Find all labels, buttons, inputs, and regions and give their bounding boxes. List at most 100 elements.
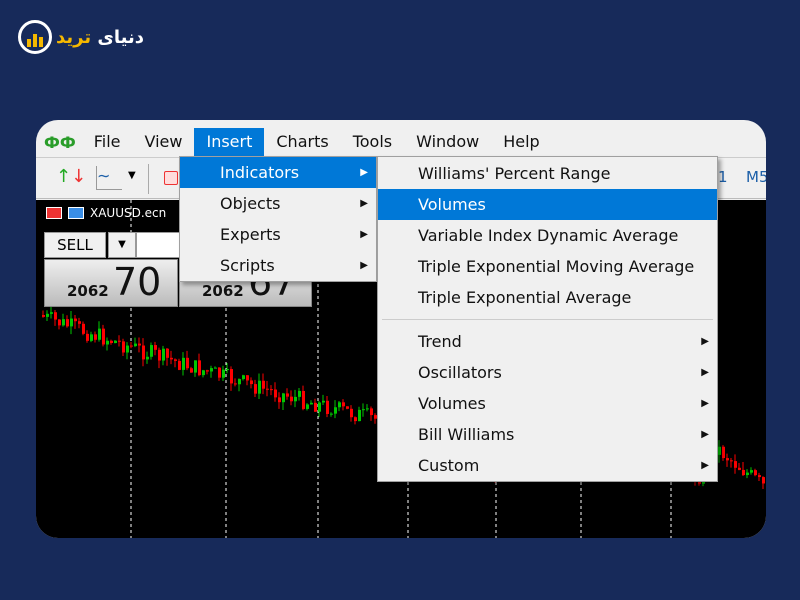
candle-body bbox=[362, 409, 365, 411]
submenu-arrow-icon: ▶ bbox=[360, 198, 368, 209]
submenu-arrow-icon: ▶ bbox=[701, 429, 709, 440]
list-icon bbox=[46, 207, 62, 219]
candle-body bbox=[86, 333, 89, 341]
menu-item-indicators[interactable]: Indicators ▶ bbox=[180, 157, 376, 188]
logo-text-accent: ترید bbox=[56, 26, 92, 48]
candle-body bbox=[194, 360, 197, 373]
candle-body bbox=[330, 413, 333, 415]
candle-body bbox=[186, 357, 189, 369]
candle-body bbox=[210, 368, 213, 372]
candle-body bbox=[234, 383, 237, 385]
buy-price-small: 2062 bbox=[202, 282, 244, 300]
candle-body bbox=[198, 360, 201, 376]
buy-sell-arrows-icon[interactable]: ↑↓ bbox=[56, 166, 86, 187]
dropdown-arrow-icon[interactable]: ▼ bbox=[128, 170, 136, 181]
candle-body bbox=[282, 393, 285, 403]
candle-body bbox=[78, 321, 81, 324]
candle-body bbox=[90, 334, 93, 341]
candle-body bbox=[754, 470, 757, 476]
indicator-line-icon[interactable]: ∼ bbox=[96, 166, 122, 190]
submenu-arrow-icon: ▶ bbox=[701, 460, 709, 471]
submenu-arrow-icon: ▶ bbox=[701, 336, 709, 347]
candle-body bbox=[334, 407, 337, 414]
candle-body bbox=[166, 348, 169, 358]
label: Trend bbox=[418, 332, 462, 351]
candle-body bbox=[734, 461, 737, 468]
candle-body bbox=[318, 402, 321, 412]
menu-tools[interactable]: Tools bbox=[341, 128, 404, 156]
label: Scripts bbox=[220, 256, 275, 275]
submenu-arrow-icon: ▶ bbox=[701, 367, 709, 378]
sell-price-small: 2062 bbox=[67, 282, 109, 300]
candle-body bbox=[218, 367, 221, 378]
candle-body bbox=[202, 370, 205, 376]
label: Indicators bbox=[220, 163, 300, 182]
candle-body bbox=[762, 477, 765, 484]
submenu-arrow-icon: ▶ bbox=[701, 398, 709, 409]
candle-body bbox=[730, 460, 733, 462]
candle-body bbox=[342, 402, 345, 407]
candle-body bbox=[746, 472, 749, 476]
candle-body bbox=[298, 390, 301, 397]
sell-price[interactable]: 2062 70 bbox=[44, 259, 178, 307]
candle-body bbox=[338, 402, 341, 408]
lot-dropdown[interactable]: ▼ bbox=[108, 232, 136, 258]
candle-body bbox=[242, 375, 245, 380]
candle-body bbox=[50, 312, 53, 314]
menu-item-objects[interactable]: Objects ▶ bbox=[180, 188, 376, 219]
timeframe-m1[interactable]: 1 bbox=[718, 168, 728, 186]
candle-body bbox=[94, 334, 97, 340]
candle-body bbox=[302, 390, 305, 409]
menu-item-experts[interactable]: Experts ▶ bbox=[180, 219, 376, 250]
candle-body bbox=[250, 380, 253, 385]
candle-body bbox=[718, 446, 721, 455]
menu-charts[interactable]: Charts bbox=[264, 128, 340, 156]
menu-help[interactable]: Help bbox=[491, 128, 551, 156]
menu-item-williams-percent-range[interactable]: Williams' Percent Range bbox=[378, 158, 717, 189]
timeframe-m5[interactable]: M5 bbox=[746, 168, 766, 186]
candle-body bbox=[226, 369, 229, 371]
candle-body bbox=[102, 328, 105, 345]
menu-item-trix[interactable]: Triple Exponential Average bbox=[378, 282, 717, 313]
menu-item-trend[interactable]: Trend ▶ bbox=[378, 326, 717, 357]
label: Objects bbox=[220, 194, 281, 213]
menu-insert[interactable]: Insert bbox=[194, 128, 265, 156]
candle-body bbox=[314, 402, 317, 412]
menu-view[interactable]: View bbox=[133, 128, 195, 156]
candle-body bbox=[726, 458, 729, 461]
candle-body bbox=[346, 406, 349, 409]
candle-body bbox=[178, 360, 181, 370]
candle-body bbox=[62, 319, 65, 326]
menu-item-bill-williams[interactable]: Bill Williams ▶ bbox=[378, 419, 717, 450]
menu-item-volumes[interactable]: Volumes ▶ bbox=[378, 388, 717, 419]
candle-body bbox=[266, 388, 269, 390]
candle-body bbox=[190, 368, 193, 373]
menu-file[interactable]: File bbox=[82, 128, 133, 156]
logo: دنیای ترید bbox=[18, 20, 144, 54]
candle-body bbox=[58, 319, 61, 326]
candle-body bbox=[142, 345, 145, 360]
candle-body bbox=[750, 470, 753, 473]
rectangle-icon[interactable] bbox=[164, 171, 178, 185]
menu-item-scripts[interactable]: Scripts ▶ bbox=[180, 250, 376, 281]
menu-item-vidya[interactable]: Variable Index Dynamic Average bbox=[378, 220, 717, 251]
candle-body bbox=[162, 348, 165, 361]
candle-body bbox=[110, 340, 113, 344]
sell-price-big: 70 bbox=[113, 260, 162, 304]
sell-button[interactable]: SELL bbox=[44, 232, 106, 258]
candle-body bbox=[270, 389, 273, 391]
candle-body bbox=[742, 469, 745, 476]
menu-item-tema[interactable]: Triple Exponential Moving Average bbox=[378, 251, 717, 282]
menu-item-oscillators[interactable]: Oscillators ▶ bbox=[378, 357, 717, 388]
menu-item-custom[interactable]: Custom ▶ bbox=[378, 450, 717, 481]
candle-body bbox=[82, 323, 85, 334]
menu-item-volumes-recent[interactable]: Volumes bbox=[378, 189, 717, 220]
menu-window[interactable]: Window bbox=[404, 128, 491, 156]
label: Oscillators bbox=[418, 363, 502, 382]
candle-body bbox=[230, 369, 233, 384]
menu-bar: ФФ File View Insert Charts Tools Window … bbox=[36, 128, 766, 156]
candle-body bbox=[158, 349, 161, 361]
candle-body bbox=[286, 393, 289, 397]
candle-body bbox=[174, 359, 177, 361]
candle-body bbox=[326, 400, 329, 414]
